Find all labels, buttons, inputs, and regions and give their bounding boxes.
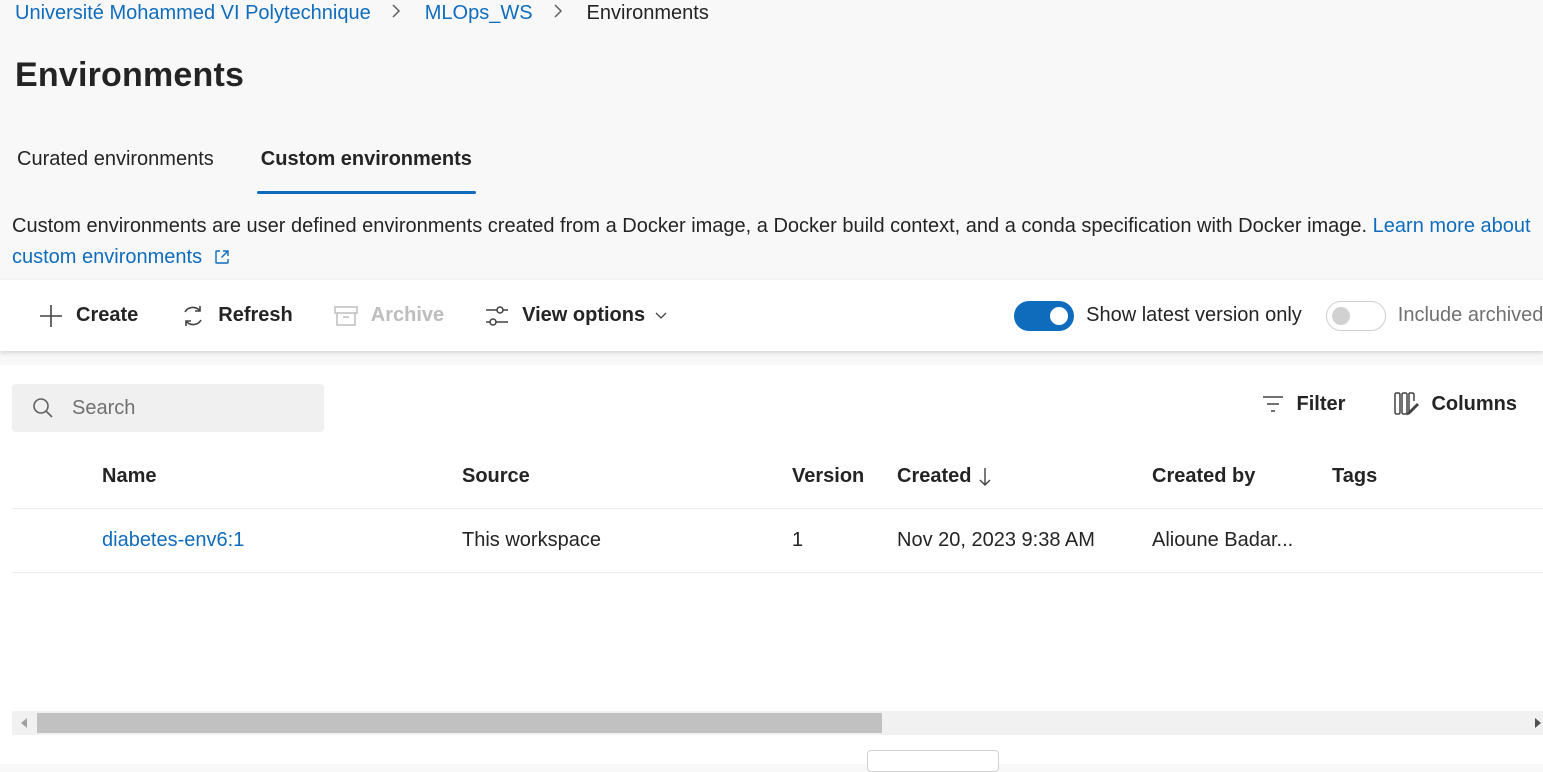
environments-list-panel: Filter Columns Name Source Version Creat…	[0, 365, 1543, 764]
columns-edit-icon	[1393, 391, 1431, 417]
settings-sliders-icon	[484, 303, 522, 329]
filter-button[interactable]: Filter	[1261, 392, 1346, 416]
scrollbar-thumb[interactable]	[37, 713, 882, 733]
chevron-right-icon	[553, 3, 563, 24]
tab-curated-environments[interactable]: Curated environments	[17, 140, 214, 192]
column-header-created-label: Created	[897, 465, 972, 487]
chevron-right-icon	[391, 3, 401, 24]
tab-list: Curated environments Custom environments	[0, 140, 502, 196]
column-header-source[interactable]: Source	[462, 445, 530, 508]
chevron-down-icon	[655, 312, 679, 320]
filter-button-label: Filter	[1296, 392, 1346, 415]
environments-table: Name Source Version Created Created by T…	[12, 445, 1543, 573]
search-box[interactable]	[12, 384, 324, 432]
column-header-tags[interactable]: Tags	[1332, 445, 1377, 508]
column-header-created-by[interactable]: Created by	[1152, 445, 1255, 508]
search-input[interactable]	[70, 395, 294, 421]
column-header-created[interactable]: Created	[897, 445, 991, 508]
breadcrumb-item-current: Environments	[586, 1, 709, 24]
page-title: Environments	[15, 56, 245, 94]
horizontal-scrollbar[interactable]	[12, 711, 1543, 735]
columns-button[interactable]: Columns	[1393, 391, 1517, 417]
command-bar: Create Refresh Archive View options Show…	[0, 280, 1543, 351]
column-header-name[interactable]: Name	[102, 445, 156, 508]
tab-custom-environments[interactable]: Custom environments	[256, 140, 477, 194]
plus-icon	[38, 303, 76, 329]
table-row[interactable]: diabetes-env6:1 This workspace 1 Nov 20,…	[12, 509, 1543, 573]
view-options-label: View options	[522, 304, 646, 326]
breadcrumb-item-workspace[interactable]: MLOps_WS	[425, 2, 533, 25]
column-header-version[interactable]: Version	[792, 445, 864, 508]
include-archived-label: Include archived	[1397, 304, 1543, 326]
sort-descending-icon	[979, 467, 991, 487]
toggle-switch-off[interactable]	[1325, 300, 1386, 331]
refresh-button[interactable]: Refresh	[180, 296, 293, 336]
archive-button[interactable]: Archive	[333, 296, 444, 336]
breadcrumb: Université Mohammed VI Polytechnique MLO…	[15, 0, 709, 26]
pagination-page-size-dropdown[interactable]	[867, 750, 999, 772]
table-header-row: Name Source Version Created Created by T…	[12, 445, 1543, 509]
breadcrumb-item-org[interactable]: Université Mohammed VI Polytechnique	[15, 2, 371, 25]
archive-button-label: Archive	[370, 304, 445, 326]
create-button[interactable]: Create	[38, 296, 138, 336]
archive-icon	[333, 303, 371, 329]
list-tools: Filter Columns	[1213, 391, 1517, 417]
cell-created: Nov 20, 2023 9:38 AM	[897, 529, 1095, 551]
show-latest-version-label: Show latest version only	[1086, 304, 1302, 326]
view-options-button[interactable]: View options	[484, 296, 679, 336]
cell-source: This workspace	[462, 529, 601, 551]
cell-created-by: Alioune Badar...	[1152, 529, 1294, 551]
refresh-icon	[180, 303, 218, 329]
search-icon	[12, 397, 70, 419]
description-text: Custom environments are user defined env…	[12, 215, 1373, 237]
filter-icon	[1261, 393, 1297, 415]
cell-version: 1	[792, 529, 804, 551]
scroll-left-arrow-icon[interactable]	[21, 718, 27, 728]
create-button-label: Create	[76, 304, 139, 326]
show-latest-version-toggle[interactable]: Show latest version only	[1014, 300, 1302, 331]
scroll-right-arrow-icon[interactable]	[1535, 718, 1541, 728]
refresh-button-label: Refresh	[218, 304, 293, 326]
toggle-switch-on[interactable]	[1014, 300, 1075, 331]
include-archived-toggle[interactable]: Include archived	[1325, 300, 1543, 331]
page-description: Custom environments are user defined env…	[12, 211, 1542, 275]
external-link-icon	[214, 244, 230, 275]
columns-button-label: Columns	[1431, 392, 1517, 415]
environment-name-link[interactable]: diabetes-env6:1	[102, 509, 244, 572]
